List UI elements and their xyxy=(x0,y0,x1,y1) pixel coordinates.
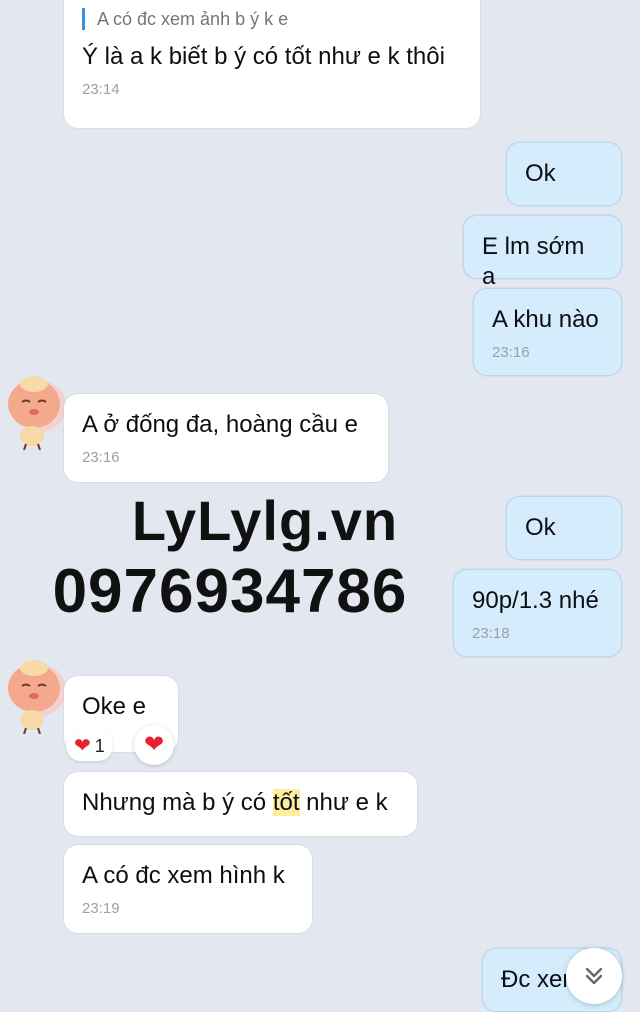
avatar-sticker-icon xyxy=(8,376,66,451)
watermark-phone: 0976934786 xyxy=(52,557,408,626)
scroll-to-bottom-button[interactable] xyxy=(566,948,622,1004)
message-time: 23:16 xyxy=(82,449,120,466)
double-chevron-down-icon xyxy=(585,967,603,985)
heart-icon: ❤ xyxy=(74,735,91,757)
message-text: A ở đống đa, hoàng cầu e xyxy=(82,411,358,438)
message-bubble-incoming[interactable]: A có đc xem ảnh b ý k e Ý là a k biết b … xyxy=(64,0,480,128)
avatar-sticker-icon xyxy=(8,660,66,735)
react-button[interactable]: ❤ xyxy=(134,725,174,765)
message-time: 23:19 xyxy=(82,900,120,917)
message-text: 90p/1.3 nhé xyxy=(472,587,599,614)
message-text: như e k xyxy=(299,789,388,816)
message-time: 23:16 xyxy=(492,344,530,361)
avatar[interactable] xyxy=(2,370,66,451)
message-bubble-outgoing[interactable]: E lm sớm a xyxy=(463,215,622,290)
reaction-summary[interactable]: ❤ 1 xyxy=(66,731,113,761)
message-text: Ý là a k biết b ý có tốt như e k thôi xyxy=(82,43,445,70)
message-text: Ok xyxy=(525,160,556,187)
heart-icon: ❤ xyxy=(143,731,165,758)
message-text: A có đc xem hình k xyxy=(82,862,285,889)
message-time: 23:14 xyxy=(82,81,120,98)
quoted-message[interactable]: A có đc xem ảnh b ý k e xyxy=(82,8,462,30)
message-text: E lm sớm a xyxy=(482,233,585,290)
message-text: Oke e xyxy=(82,693,147,720)
message-text: A khu nào xyxy=(492,306,599,333)
message-bubble-incoming[interactable]: A ở đống đa, hoàng cầu e 23:16 xyxy=(64,394,388,482)
watermark-site: LyLylg.vn xyxy=(131,489,399,552)
message-time: 23:18 xyxy=(472,625,510,642)
message-text: Ok xyxy=(525,514,556,541)
message-bubble-outgoing[interactable]: Ok xyxy=(506,142,622,206)
avatar[interactable] xyxy=(2,654,66,735)
reaction-count: 1 xyxy=(94,735,105,756)
message-text: Nhưng mà b ý có xyxy=(82,789,273,816)
message-bubble-outgoing[interactable]: A khu nào 23:16 xyxy=(473,288,622,376)
message-bubble-incoming[interactable]: A có đc xem hình k 23:19 xyxy=(64,845,312,933)
message-bubble-incoming[interactable]: Nhưng mà b ý có tốt như e k xyxy=(64,772,417,836)
highlighted-word: tốt xyxy=(272,789,300,816)
